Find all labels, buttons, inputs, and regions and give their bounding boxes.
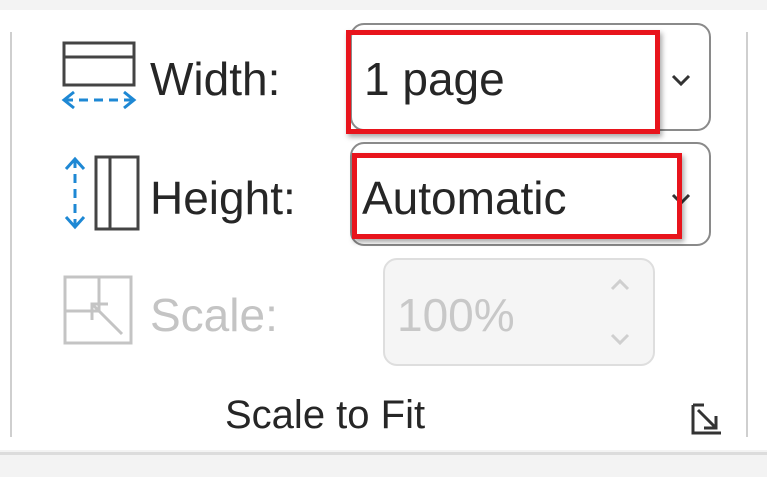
- spin-up-icon: [610, 278, 630, 291]
- page-width-icon: [61, 41, 137, 110]
- height-value: Automatic: [362, 172, 567, 224]
- page: Width: 1 page Height: Automatic Scale: 1…: [0, 0, 767, 477]
- width-value: 1 page: [364, 53, 505, 105]
- chevron-down-icon[interactable]: [670, 188, 692, 210]
- chevron-down-icon[interactable]: [670, 69, 692, 91]
- group-divider-left: [10, 32, 12, 437]
- scale-icon: [63, 275, 133, 345]
- group-title: Scale to Fit: [225, 393, 426, 437]
- group-divider-right: [746, 32, 748, 437]
- height-label: Height:: [150, 172, 296, 224]
- width-label: Width:: [150, 53, 281, 105]
- scale-value: 100%: [397, 289, 515, 341]
- spin-down-icon: [610, 333, 630, 346]
- dialog-launcher-icon[interactable]: [690, 402, 724, 436]
- scale-label: Scale:: [150, 289, 278, 341]
- page-height-icon: [64, 155, 140, 231]
- ribbon-bottom-border: [0, 452, 767, 455]
